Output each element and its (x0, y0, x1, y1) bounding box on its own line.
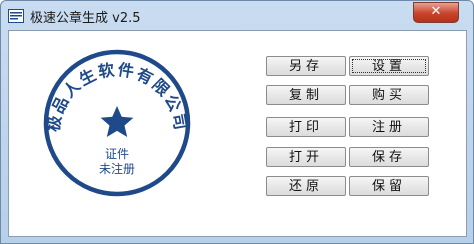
restore-button[interactable]: 还原 (266, 176, 346, 196)
client-area: 极品人生软件有限公司 证件 未注册 另存 设置 复制 购买 打印 注册 打开 保… (8, 30, 467, 237)
open-button[interactable]: 打开 (266, 147, 346, 167)
save-as-button[interactable]: 另存 (266, 56, 346, 76)
title-bar[interactable]: 极速公章生成 v2.5 ✕ (1, 1, 473, 31)
app-icon (8, 9, 24, 23)
print-button[interactable]: 打印 (266, 117, 346, 137)
star-icon (100, 106, 134, 137)
copy-button[interactable]: 复制 (266, 85, 346, 105)
seal-center-line-2: 未注册 (99, 161, 135, 176)
save-button[interactable]: 保存 (349, 147, 429, 167)
app-window: 极速公章生成 v2.5 ✕ 极品人生软件有限公司 证件 未注册 另存 设置 复制… (0, 0, 474, 244)
close-button[interactable]: ✕ (413, 2, 459, 23)
window-title: 极速公章生成 v2.5 (30, 11, 141, 26)
seal-center-line-1: 证件 (105, 147, 129, 161)
buy-button[interactable]: 购买 (349, 85, 429, 105)
seal-preview: 极品人生软件有限公司 证件 未注册 (44, 49, 191, 197)
register-button[interactable]: 注册 (349, 117, 429, 137)
settings-button[interactable]: 设置 (349, 56, 429, 76)
keep-button[interactable]: 保留 (349, 176, 429, 196)
